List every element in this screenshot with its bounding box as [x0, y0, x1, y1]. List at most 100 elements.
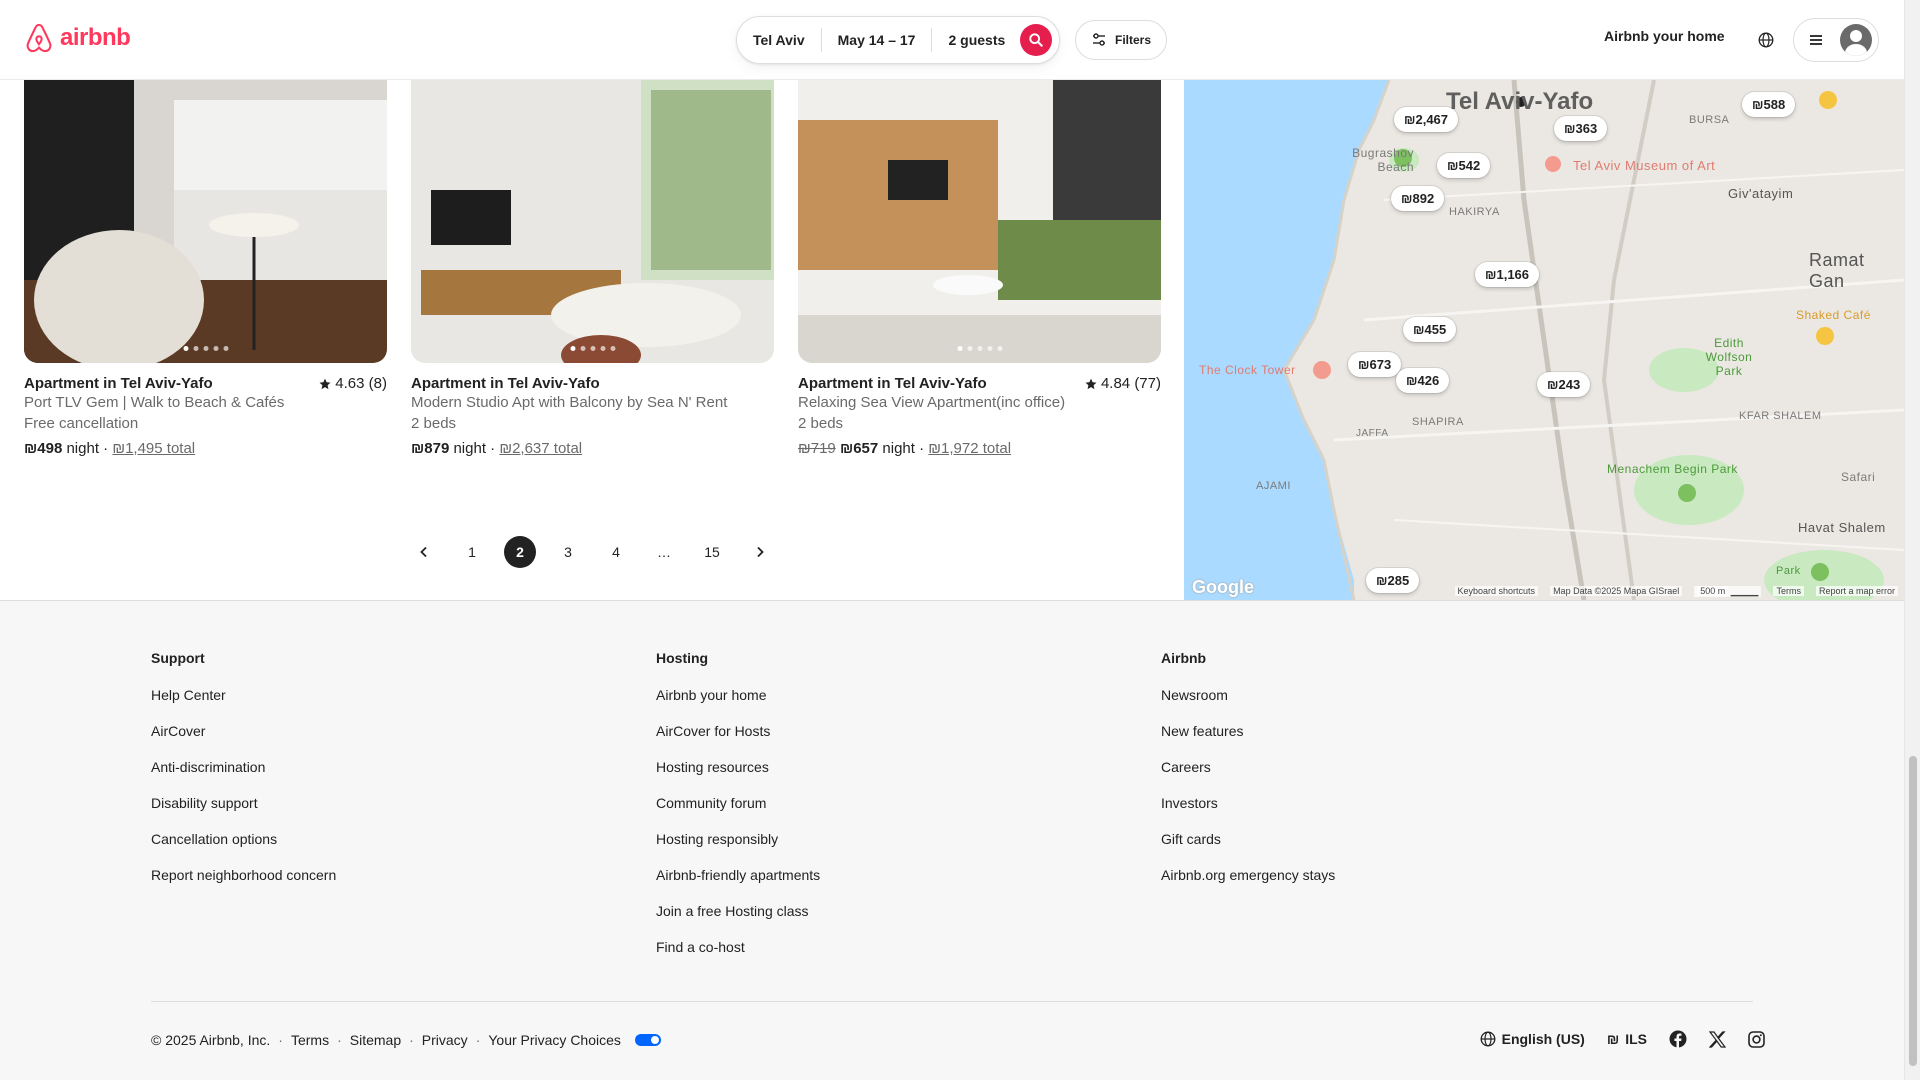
price-unit: night	[66, 440, 99, 457]
listing-photo[interactable]	[798, 80, 1161, 363]
privacy-link[interactable]: Privacy	[422, 1032, 468, 1048]
listing-card[interactable]: Apartment in Tel Aviv-Yafo Modern Studio…	[411, 80, 774, 457]
currency-selector[interactable]: ₪ ILS	[1607, 1031, 1647, 1047]
footer-link[interactable]: Help Center	[151, 677, 336, 713]
x-link[interactable]	[1709, 1030, 1726, 1048]
footer-link[interactable]: Join a free Hosting class	[656, 893, 820, 929]
page-link-2-current[interactable]: 2	[504, 536, 536, 568]
filters-label: Filters	[1114, 33, 1151, 47]
footer-link[interactable]: Hosting resources	[656, 749, 820, 785]
search-bar[interactable]: Tel Aviv May 14 – 17 2 guests	[736, 16, 1060, 64]
page-link-1[interactable]: 1	[456, 536, 488, 568]
map-label-wolfson-park: Edith Wolfson Park	[1705, 336, 1753, 378]
airbnb-your-home-link[interactable]: Airbnb your home	[1604, 28, 1725, 44]
previous-page-button[interactable]	[408, 536, 440, 568]
map-price-pin[interactable]: ₪1,166	[1475, 262, 1540, 287]
currency-symbol: ₪	[1606, 1031, 1620, 1047]
page-scrollbar[interactable]	[1904, 0, 1920, 1080]
footer-link[interactable]: Airbnb.org emergency stays	[1161, 857, 1335, 893]
page-link-4[interactable]: 4	[600, 536, 632, 568]
map-price-pin[interactable]: ₪892	[1391, 186, 1445, 211]
footer-link[interactable]: Investors	[1161, 785, 1335, 821]
report-map-error-link[interactable]: Report a map error	[1815, 586, 1898, 596]
listing-photo-image	[798, 80, 1161, 363]
listing-card[interactable]: Apartment in Tel Aviv-Yafo 4.63 (8) Port…	[24, 80, 387, 457]
scrollbar-thumb[interactable]	[1909, 756, 1917, 1066]
listing-card[interactable]: Apartment in Tel Aviv-Yafo 4.84 (77) Rel…	[798, 80, 1161, 457]
page-link-15[interactable]: 15	[696, 536, 728, 568]
map-label-begin-park: Menachem Begin Park	[1607, 462, 1738, 476]
instagram-link[interactable]	[1748, 1030, 1765, 1048]
footer-link[interactable]: Careers	[1161, 749, 1335, 785]
map-price-pin[interactable]: ₪542	[1437, 153, 1491, 178]
search-guests[interactable]: 2 guests	[932, 28, 1013, 52]
search-location[interactable]: Tel Aviv	[737, 28, 822, 52]
menu-icon	[1810, 35, 1822, 45]
map-label-ramat-gan: Ramat Gan	[1809, 250, 1865, 291]
footer-link[interactable]: Report neighborhood concern	[151, 857, 336, 893]
page-link-3[interactable]: 3	[552, 536, 584, 568]
footer-link[interactable]: New features	[1161, 713, 1335, 749]
footer-link[interactable]: Gift cards	[1161, 821, 1335, 857]
search-dates[interactable]: May 14 – 17	[822, 28, 933, 52]
star-icon	[319, 378, 331, 389]
listing-photo[interactable]	[24, 80, 387, 363]
map-terms-link[interactable]: Terms	[1773, 586, 1804, 596]
keyboard-shortcuts-link[interactable]: Keyboard shortcuts	[1454, 586, 1539, 596]
map-price-pin[interactable]: ₪2,467	[1394, 107, 1459, 132]
privacy-choices-icon[interactable]	[634, 1034, 661, 1046]
map-label-park: Park	[1776, 565, 1801, 577]
footer-link[interactable]: Community forum	[656, 785, 820, 821]
language-button[interactable]	[1752, 26, 1780, 54]
footer-heading: Airbnb	[1161, 650, 1207, 666]
user-menu-button[interactable]	[1793, 18, 1879, 62]
price-total[interactable]: ₪2,637 total	[499, 440, 582, 457]
map-label-givatayim: Giv'atayim	[1728, 186, 1794, 201]
rating-value: 4.63 (8)	[335, 375, 387, 392]
results-map[interactable]: Tel Aviv-Yafo Bugrashov Beach Tel Aviv M…	[1184, 80, 1904, 600]
listing-photo-image	[24, 80, 387, 363]
price-total[interactable]: ₪1,972 total	[928, 440, 1011, 457]
facebook-icon	[1669, 1030, 1687, 1048]
airbnb-logo-icon	[26, 23, 52, 53]
filters-button[interactable]: Filters	[1075, 20, 1167, 60]
footer-link[interactable]: Newsroom	[1161, 677, 1335, 713]
footer-link[interactable]: Disability support	[151, 785, 336, 821]
map-price-pin[interactable]: ₪426	[1396, 368, 1450, 393]
copyright: © 2025 Airbnb, Inc.	[151, 1032, 271, 1048]
map-data-credit: Map Data ©2025 Mapa GISrael	[1550, 586, 1683, 596]
price-unit: night	[453, 440, 486, 457]
x-icon	[1709, 1030, 1726, 1048]
rating-value: 4.84 (77)	[1100, 375, 1161, 392]
airbnb-logo[interactable]: airbnb	[24, 22, 131, 54]
photo-carousel-dots	[570, 346, 615, 351]
price-value: ₪879	[411, 440, 450, 457]
map-price-pin[interactable]: ₪673	[1348, 352, 1402, 377]
footer-link[interactable]: AirCover	[151, 713, 336, 749]
terms-link[interactable]: Terms	[291, 1032, 329, 1048]
listing-photo[interactable]	[411, 80, 774, 363]
footer-column-support: Support Help Center AirCover Anti-discri…	[151, 649, 336, 893]
facebook-link[interactable]	[1669, 1030, 1687, 1048]
search-button[interactable]	[1020, 24, 1052, 56]
footer-link[interactable]: Anti-discrimination	[151, 749, 336, 785]
map-price-pin[interactable]: ₪455	[1403, 317, 1457, 342]
footer-link[interactable]: Airbnb-friendly apartments	[656, 857, 820, 893]
listing-rating: 4.63 (8)	[319, 375, 387, 392]
footer-link[interactable]: Airbnb your home	[656, 677, 820, 713]
price-total[interactable]: ₪1,495 total	[112, 440, 195, 457]
footer-link[interactable]: AirCover for Hosts	[656, 713, 820, 749]
footer-link[interactable]: Cancellation options	[151, 821, 336, 857]
footer-link[interactable]: Hosting responsibly	[656, 821, 820, 857]
sitemap-link[interactable]: Sitemap	[350, 1032, 401, 1048]
map-label-hakirya: HAKIRYA	[1449, 206, 1500, 218]
map-price-pin[interactable]: ₪363	[1554, 116, 1608, 141]
map-price-pin[interactable]: ₪243	[1537, 372, 1591, 397]
map-label-kfar-shalem: KFAR SHALEM	[1739, 410, 1822, 422]
next-page-button[interactable]	[744, 536, 776, 568]
footer-link[interactable]: Find a co-host	[656, 929, 820, 965]
map-price-pin[interactable]: ₪588	[1742, 92, 1796, 117]
language-selector[interactable]: English (US)	[1480, 1031, 1585, 1047]
map-label-ajami: AJAMI	[1256, 480, 1291, 492]
privacy-choices-link[interactable]: Your Privacy Choices	[488, 1032, 621, 1048]
